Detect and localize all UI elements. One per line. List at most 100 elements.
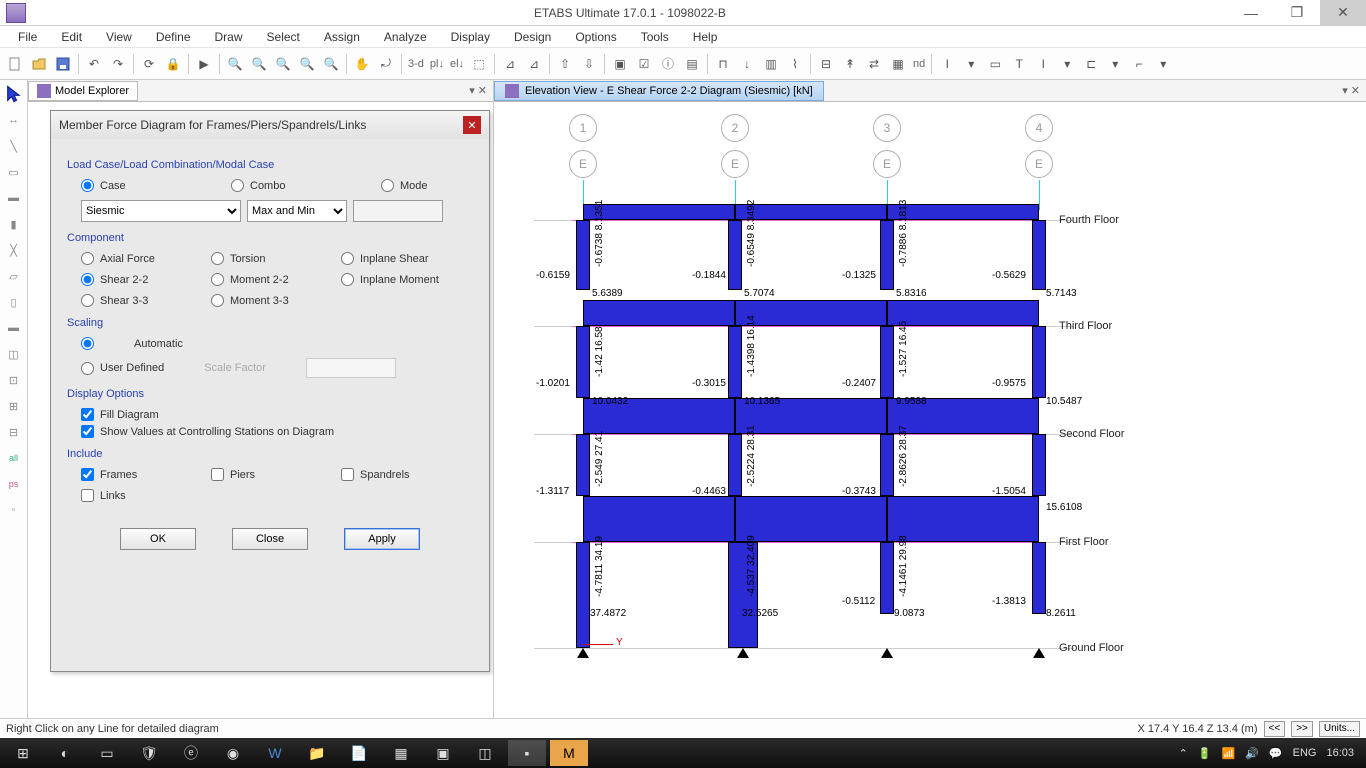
beam-4-2[interactable]: [735, 204, 887, 220]
wifi-icon[interactable]: 📶: [1222, 747, 1236, 760]
menu-display[interactable]: Display: [439, 28, 502, 46]
menu-file[interactable]: File: [6, 28, 49, 46]
dd3-icon[interactable]: ▾: [1104, 53, 1126, 75]
lsec-icon[interactable]: ⌐: [1128, 53, 1150, 75]
scale-factor-input[interactable]: [306, 358, 396, 378]
radio-inmoment[interactable]: [341, 273, 354, 286]
volume-icon[interactable]: 🔊: [1245, 747, 1259, 760]
explorer-icon[interactable]: 📁: [298, 740, 336, 766]
snap3-icon[interactable]: ⊟: [4, 422, 24, 442]
check-frames[interactable]: [81, 468, 94, 481]
radio-mode[interactable]: [381, 179, 394, 192]
grid-icon[interactable]: ▦: [887, 53, 909, 75]
radio-auto-scale[interactable]: [81, 337, 94, 350]
wall-icon[interactable]: ▯: [4, 292, 24, 312]
up-icon[interactable]: ⇧: [554, 53, 576, 75]
taskview-icon[interactable]: ▭: [88, 740, 126, 766]
run-icon[interactable]: ▶: [193, 53, 215, 75]
beam-icon[interactable]: ▬: [4, 188, 24, 208]
snap2-icon[interactable]: ⊞: [4, 396, 24, 416]
menu-view[interactable]: View: [94, 28, 144, 46]
check-links[interactable]: [81, 489, 94, 502]
pointer-icon[interactable]: [4, 84, 24, 104]
three-d-label[interactable]: 3-d: [406, 58, 426, 70]
frame-icon[interactable]: ⊟: [815, 53, 837, 75]
dialog-close-icon[interactable]: ✕: [463, 116, 481, 134]
mode-field[interactable]: [353, 200, 443, 222]
tab-model-explorer[interactable]: Model Explorer: [28, 81, 138, 101]
beam-3-1[interactable]: [583, 300, 735, 326]
menu-analyze[interactable]: Analyze: [372, 28, 439, 46]
area-icon[interactable]: ▱: [4, 266, 24, 286]
el-label[interactable]: el↓: [448, 58, 466, 70]
col-1-f1[interactable]: [576, 542, 590, 648]
beam-4-1[interactable]: [583, 204, 735, 220]
zoom-in-icon[interactable]: 🔍: [296, 53, 318, 75]
word-icon[interactable]: W: [256, 740, 294, 766]
perspective-icon[interactable]: ⬚: [468, 53, 490, 75]
elevation-canvas[interactable]: 1 2 3 4 E E E E Fourth Floor Third Floor…: [494, 102, 1366, 718]
beam-4-3[interactable]: [887, 204, 1039, 220]
radio-shear33[interactable]: [81, 294, 94, 307]
check-icon[interactable]: ☑: [633, 53, 655, 75]
deform-icon[interactable]: ⌇: [784, 53, 806, 75]
load-icon[interactable]: ↓: [736, 53, 758, 75]
rotate-icon[interactable]: ⤾: [375, 53, 397, 75]
start-icon[interactable]: ⊞: [4, 740, 42, 766]
span-icon[interactable]: ⊓: [712, 53, 734, 75]
brace-icon[interactable]: ╳: [4, 240, 24, 260]
security-icon[interactable]: 🛡: [130, 740, 168, 766]
beam-1-2[interactable]: [735, 496, 887, 542]
snap1-icon[interactable]: ⊡: [4, 370, 24, 390]
units-button[interactable]: Units...: [1319, 721, 1360, 737]
rect-draw-icon[interactable]: ▭: [4, 162, 24, 182]
ok-button[interactable]: OK: [120, 528, 196, 550]
check-fill[interactable]: [81, 408, 94, 421]
zoom-window-icon[interactable]: 🔍: [224, 53, 246, 75]
lock-icon[interactable]: 🔒: [162, 53, 184, 75]
view1-icon[interactable]: ⊿: [499, 53, 521, 75]
csec-icon[interactable]: ⊏: [1080, 53, 1102, 75]
chrome-icon[interactable]: ◉: [214, 740, 252, 766]
rect-icon[interactable]: ▭: [984, 53, 1006, 75]
pdf-icon[interactable]: 📄: [340, 740, 378, 766]
link-icon[interactable]: ⇄: [863, 53, 885, 75]
maximize-button[interactable]: ❐: [1274, 0, 1320, 26]
redo-icon[interactable]: ↷: [107, 53, 129, 75]
action-center-icon[interactable]: 💬: [1269, 747, 1283, 760]
col-3-f1[interactable]: [880, 542, 894, 614]
all-label[interactable]: all: [4, 448, 24, 468]
dd4-icon[interactable]: ▾: [1152, 53, 1174, 75]
check-values[interactable]: [81, 425, 94, 438]
slab-icon[interactable]: ▬: [4, 318, 24, 338]
menu-define[interactable]: Define: [144, 28, 203, 46]
app1-icon[interactable]: ▦: [382, 740, 420, 766]
pin-icon[interactable]: ▾ ✕: [463, 84, 493, 97]
clr-icon[interactable]: ◦: [4, 500, 24, 520]
zoom-extents-icon[interactable]: 🔍: [248, 53, 270, 75]
matlab-icon[interactable]: M: [550, 740, 588, 766]
tab-elevation-view[interactable]: Elevation View - E Shear Force 2-2 Diagr…: [494, 81, 824, 101]
col-icon[interactable]: ▮: [4, 214, 24, 234]
app3-icon[interactable]: ◫: [466, 740, 504, 766]
app2-icon[interactable]: ▣: [424, 740, 462, 766]
col-2-f2[interactable]: [728, 434, 742, 496]
battery-icon[interactable]: 🔋: [1198, 747, 1212, 760]
tsec-icon[interactable]: T: [1008, 53, 1030, 75]
radio-moment33[interactable]: [211, 294, 224, 307]
view2-icon[interactable]: ⊿: [523, 53, 545, 75]
col-3-f4[interactable]: [880, 220, 894, 290]
menu-edit[interactable]: Edit: [49, 28, 94, 46]
radio-moment22[interactable]: [211, 273, 224, 286]
radio-combo[interactable]: [231, 179, 244, 192]
menu-draw[interactable]: Draw: [203, 28, 255, 46]
new-icon[interactable]: [4, 53, 26, 75]
minimize-button[interactable]: —: [1228, 0, 1274, 26]
beam-1-1[interactable]: [583, 496, 735, 542]
check-piers[interactable]: [211, 468, 224, 481]
radio-torsion[interactable]: [211, 252, 224, 265]
cortana-icon[interactable]: ◐: [46, 740, 84, 766]
case-select[interactable]: Siesmic: [81, 200, 241, 222]
etabs-taskbar-icon[interactable]: ▪: [508, 740, 546, 766]
reshape-icon[interactable]: ↔: [4, 110, 24, 130]
